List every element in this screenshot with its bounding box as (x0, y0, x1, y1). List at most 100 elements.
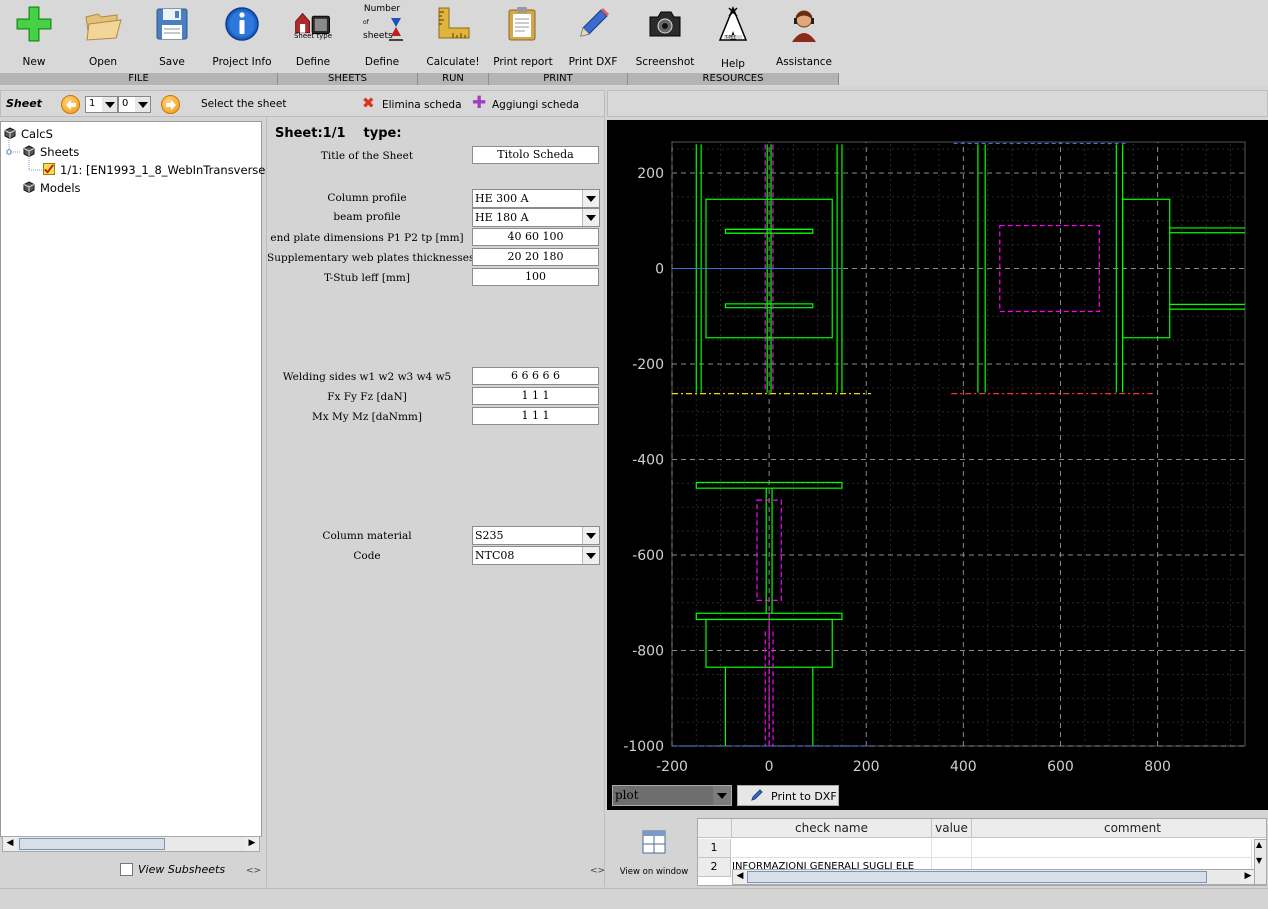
plot-canvas[interactable]: -200 0 200 400 600 800 200 0 -200 -400 -600 -800 -10… (607, 120, 1268, 780)
add-sheet-button[interactable]: ✚ Aggiungi scheda (472, 95, 582, 114)
app-window: New Open Save Project Info Sheet type De… (0, 0, 1268, 909)
sheet-navigation-bar: Sheet 1 0 Select the sheet ✖ Elimina sch… (0, 90, 605, 117)
column-profile-label: Column profile (327, 192, 407, 204)
scroll-thumb[interactable] (747, 871, 1207, 883)
define-sheet-type-button[interactable]: Sheet type Define (279, 0, 347, 74)
sub-index-select[interactable]: 0 (118, 96, 151, 113)
scroll-thumb[interactable] (19, 838, 165, 850)
x-tick-label: 400 (950, 759, 977, 775)
table-horizontal-scrollbar[interactable]: ◀ ▶ (732, 869, 1256, 885)
material-select[interactable]: S235 (472, 526, 600, 545)
column-header-check-name[interactable]: check name (732, 819, 932, 838)
group-run: RUN (418, 73, 489, 85)
pencil-icon (751, 789, 763, 801)
drawing-plot[interactable]: -200 0 200 400 600 800 200 0 -200 -400 -600 -800 -10… (607, 120, 1268, 810)
scroll-right-icon[interactable]: ▶ (245, 837, 259, 851)
next-sheet-button[interactable] (161, 95, 180, 114)
view-on-window-button[interactable]: View on window (612, 827, 696, 877)
code-value: NTC08 (475, 549, 515, 562)
table-cell[interactable] (972, 839, 1252, 858)
view-subsheets-checkbox[interactable] (120, 863, 133, 876)
plot-mode-value: plot (615, 788, 639, 802)
tstub-input[interactable]: 100 (472, 268, 599, 286)
tree-horizontal-scrollbar[interactable]: ◀ ▶ (2, 836, 260, 852)
delete-sheet-button[interactable]: ✖ Elimina scheda (362, 95, 462, 114)
print-to-dxf-label: Print to DXF (771, 790, 837, 803)
checks-table: check name value comment 1 2 INFORMAZION… (697, 818, 1267, 886)
info-icon (225, 7, 259, 41)
table-corner (698, 819, 732, 838)
scroll-down-icon[interactable]: ▼ (1256, 856, 1262, 865)
chevron-down-icon[interactable] (713, 786, 731, 805)
sheet-index-select[interactable]: 1 (85, 96, 118, 113)
project-info-label: Project Info (212, 56, 272, 68)
end-plate-input[interactable]: 40 60 100 (472, 228, 599, 246)
chevron-down-icon[interactable] (582, 547, 599, 564)
previous-sheet-button[interactable] (61, 95, 80, 114)
web-plates-input[interactable]: 20 20 180 (472, 248, 599, 266)
calculate-button[interactable]: Calculate! (419, 0, 487, 74)
x-tick-label: -200 (656, 759, 688, 775)
title-input[interactable]: Titolo Scheda (472, 146, 599, 164)
assistance-button[interactable]: Assistance (770, 0, 838, 74)
tstub-label: T-Stub leff [mm] (324, 272, 410, 284)
tree-sheet-item-label: 1/1: [EN1993_1_8_WebInTransverse (60, 163, 266, 177)
chevron-down-icon[interactable] (582, 527, 599, 544)
project-tree: CalcS Sheets 1/1: [EN1993_1_8_WebInTrans… (0, 121, 266, 852)
x-tick-label: 600 (1047, 759, 1074, 775)
checked-sheet-icon (43, 163, 55, 175)
group-print: PRINT (489, 73, 628, 85)
beam-profile-value: HE 180 A (475, 211, 529, 224)
project-info-button[interactable]: Project Info (208, 0, 276, 74)
print-to-dxf-button[interactable]: Print to DXF (737, 785, 839, 806)
web-plates-label: Supplementary web plates thicknesses: (267, 252, 478, 264)
assistant-person-icon (792, 10, 816, 42)
print-report-button[interactable]: Print report (489, 0, 557, 74)
folder-open-icon (85, 13, 122, 41)
chevron-down-icon[interactable] (135, 97, 150, 112)
pencil-icon (580, 8, 609, 37)
splitter-handle-right[interactable]: <> (590, 866, 605, 876)
calculate-label: Calculate! (426, 56, 480, 68)
code-select[interactable]: NTC08 (472, 546, 600, 565)
column-header-comment[interactable]: comment (972, 819, 1266, 838)
y-tick-label: -1000 (623, 739, 664, 755)
welding-label: Welding sides w1 w2 w3 w4 w5 (282, 371, 452, 383)
table-cell[interactable] (932, 839, 972, 858)
chevron-down-icon[interactable] (102, 97, 117, 112)
scroll-right-icon[interactable]: ▶ (1241, 870, 1255, 884)
splitter-handle-left[interactable]: <> (246, 866, 261, 876)
table-cell[interactable] (732, 839, 932, 858)
new-button[interactable]: New (0, 0, 68, 74)
scroll-left-icon[interactable]: ◀ (3, 837, 17, 851)
beam-flange-rect (724, 303, 814, 309)
screenshot-button[interactable]: Screenshot (631, 0, 699, 74)
camera-icon (649, 11, 681, 37)
open-button[interactable]: Open (69, 0, 137, 74)
y-tick-label: -200 (632, 357, 664, 373)
clipboard-icon (508, 7, 536, 41)
magenta-web-plate (756, 499, 782, 601)
define-label-1: Define (295, 56, 331, 68)
column-profile-select[interactable]: HE 300 A (472, 189, 600, 208)
delete-sheet-label: Elimina scheda (382, 99, 462, 111)
moments-input[interactable]: 1 1 1 (472, 407, 599, 425)
print-dxf-button[interactable]: Print DXF (559, 0, 627, 74)
forces-label: Fx Fy Fz [daN] (327, 391, 407, 403)
chevron-down-icon[interactable] (582, 209, 599, 226)
help-button[interactable]: T-PEE Help (699, 0, 767, 74)
y-tick-label: -600 (632, 548, 664, 564)
plot-mode-select[interactable]: plot (612, 785, 732, 806)
plot-header-bar (607, 90, 1268, 117)
forces-input[interactable]: 1 1 1 (472, 387, 599, 405)
column-header-value[interactable]: value (932, 819, 972, 838)
table-vertical-scrollbar[interactable]: ▲ ▼ (1254, 839, 1266, 885)
scroll-up-icon[interactable]: ▲ (1256, 840, 1262, 849)
scroll-left-icon[interactable]: ◀ (733, 870, 747, 884)
chevron-down-icon[interactable] (582, 190, 599, 207)
moments-label: Mx My Mz [daNmm] (312, 411, 422, 423)
beam-profile-select[interactable]: HE 180 A (472, 208, 600, 227)
welding-input[interactable]: 6 6 6 6 6 (472, 367, 599, 385)
define-number-of-sheets-button[interactable]: Number of sheets Define (348, 0, 416, 74)
save-button[interactable]: Save (138, 0, 206, 74)
